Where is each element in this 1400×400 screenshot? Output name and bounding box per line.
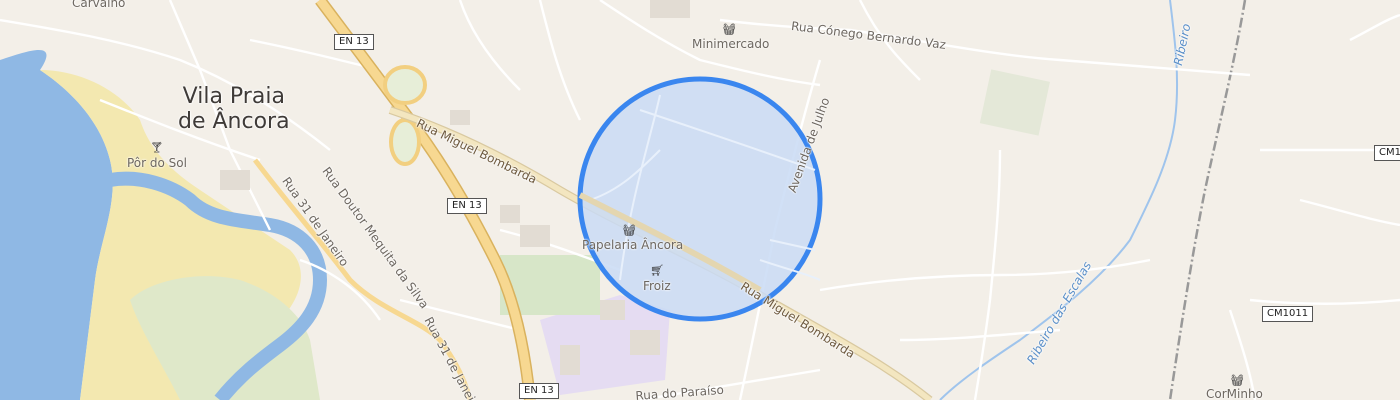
location-accuracy-circle: [577, 76, 823, 322]
poi-por-do-sol[interactable]: Pôr do Sol: [127, 157, 187, 169]
poi-froiz[interactable]: Froiz: [643, 280, 671, 292]
map-canvas: [0, 0, 1400, 400]
road-shield-en13: EN 13: [334, 34, 374, 50]
poi-minimercado[interactable]: Minimercado: [692, 38, 769, 50]
road-shield-en13: EN 13: [447, 198, 487, 214]
map-view[interactable]: Vila Praia de Âncora Carvalho 🍸︎ Pôr do …: [0, 0, 1400, 400]
roundabout: [383, 65, 427, 105]
road-shield-cm1011: CM1011: [1262, 306, 1314, 322]
place-carvalho: Carvalho: [72, 0, 126, 10]
town-label: Vila Praia de Âncora: [178, 84, 290, 135]
cocktail-icon: 🍸︎: [150, 141, 164, 154]
poi-papelaria[interactable]: Papelaria Âncora: [582, 239, 683, 251]
poi-corminho[interactable]: CorMinho: [1206, 388, 1263, 400]
shopping-cart-icon: 🛒︎: [650, 264, 664, 277]
road-shield-cm10: CM10: [1374, 145, 1400, 161]
town-label-line2: de Âncora: [178, 109, 290, 135]
town-label-line1: Vila Praia: [182, 84, 285, 109]
basket-icon: 🧺︎: [1230, 374, 1244, 387]
basket-icon: 🧺︎: [722, 23, 736, 36]
road-shield-en13: EN 13: [519, 383, 559, 399]
basket-icon: 🧺︎: [622, 224, 636, 237]
field: [979, 69, 1050, 136]
